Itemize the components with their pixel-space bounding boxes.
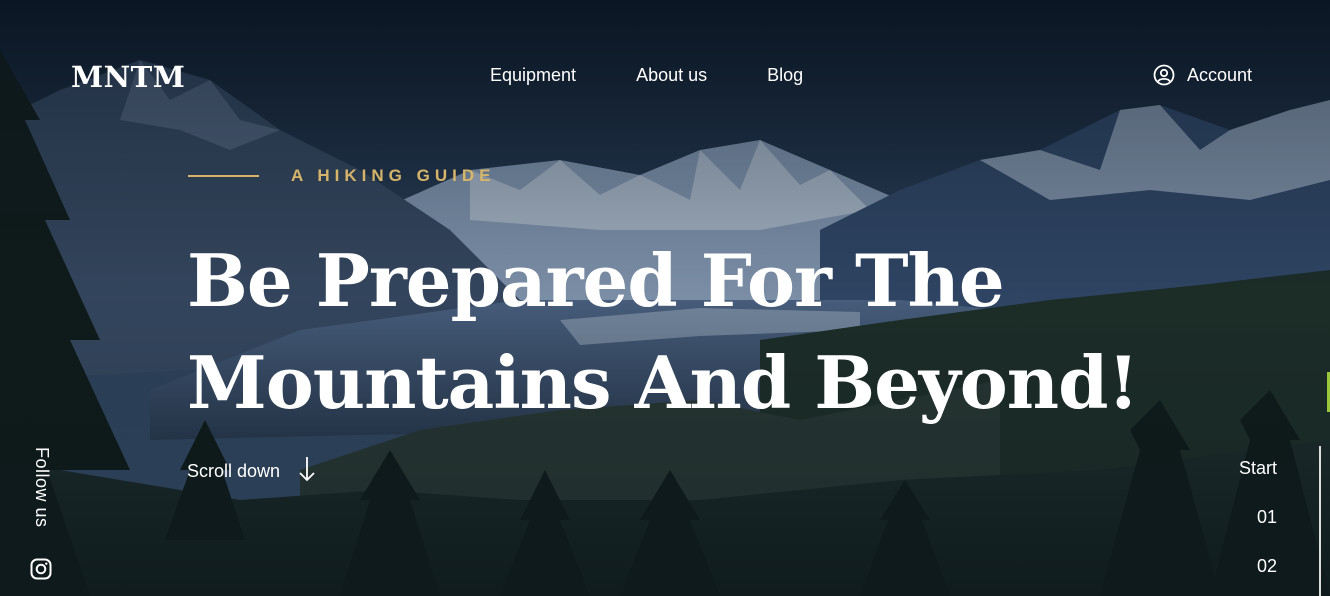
scroll-down-button[interactable]: Scroll down [187,456,316,487]
nav-item-about-us[interactable]: About us [636,65,707,86]
site-logo[interactable]: MNTM [71,60,185,94]
headline-line-1: Be Prepared For The [187,238,1005,323]
arrow-down-icon [298,456,316,487]
slider-track [1319,446,1321,596]
instagram-icon[interactable] [30,558,52,585]
nav-item-blog[interactable]: Blog [767,65,803,86]
eyebrow-text: A HIKING GUIDE [291,166,496,185]
slider-item-02[interactable]: 02 [1239,556,1277,577]
hero-eyebrow: A HIKING GUIDE [188,166,495,186]
scroll-down-label: Scroll down [187,461,281,481]
slider-item-start[interactable]: Start [1239,458,1277,479]
nav-item-equipment[interactable]: Equipment [490,65,576,86]
eyebrow-divider [188,175,259,177]
slider-nav: Start 01 02 [1239,458,1277,596]
follow-us-label: Follow us [32,447,52,528]
account-link[interactable]: Account [1153,64,1252,86]
account-label: Account [1187,64,1253,85]
headline-line-2: Mountains And Beyond! [187,340,1139,425]
hero-headline: Be Prepared For The Mountains And Beyond… [187,230,1139,434]
slider-item-01[interactable]: 01 [1239,507,1277,528]
user-circle-icon [1153,64,1175,86]
main-nav: Equipment About us Blog [490,65,863,86]
